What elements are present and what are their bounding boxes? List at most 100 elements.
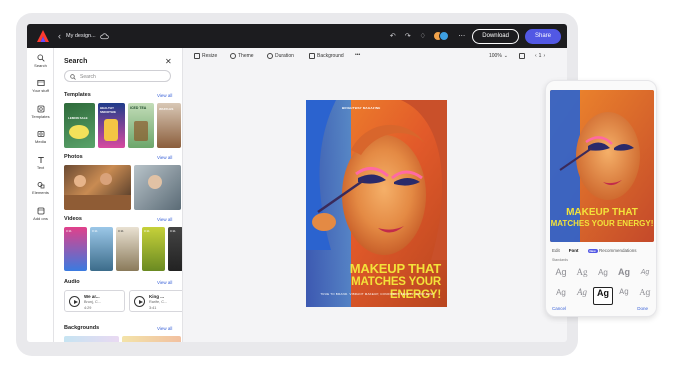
background-button[interactable]: Background bbox=[309, 53, 344, 59]
nav-label: Your stuff bbox=[32, 88, 49, 93]
photos-view-all-link[interactable]: View all bbox=[157, 155, 172, 160]
font-option[interactable]: Ag bbox=[551, 267, 571, 285]
audio-duration: 4:29 bbox=[84, 306, 92, 310]
font-option[interactable]: Ag bbox=[614, 287, 634, 305]
audio-artist: Rarife, C... bbox=[149, 300, 168, 304]
tab-font[interactable]: Font bbox=[569, 248, 579, 253]
video-thumbnail[interactable]: 0:11 bbox=[116, 227, 139, 271]
nav-elements[interactable]: Elements bbox=[27, 181, 54, 195]
play-icon[interactable] bbox=[134, 296, 145, 307]
duration-button[interactable]: Duration bbox=[267, 53, 294, 59]
clock-icon bbox=[267, 53, 273, 59]
more-tools-button[interactable]: ••• bbox=[355, 52, 360, 58]
audio-view-all-link[interactable]: View all bbox=[157, 280, 172, 285]
templates-icon bbox=[37, 105, 44, 113]
templates-view-all-link[interactable]: View all bbox=[157, 93, 172, 98]
more-options-icon[interactable]: ⋯ bbox=[457, 32, 466, 40]
nav-your-stuff[interactable]: Your stuff bbox=[27, 79, 54, 93]
audio-heading: Audio bbox=[64, 279, 80, 285]
template-thumbnail[interactable]: ICED TEA bbox=[128, 103, 154, 148]
close-icon[interactable]: ✕ bbox=[165, 57, 172, 66]
file-title[interactable]: My design... bbox=[66, 33, 96, 39]
photo-person-graphic bbox=[74, 175, 86, 187]
page-navigator[interactable]: ‹ 1 › bbox=[535, 53, 545, 59]
poster-artboard[interactable]: BRIGHTWAY MAGAZINE MAKEUP THAT MATCHES Y… bbox=[306, 100, 447, 307]
chevron-right-icon[interactable]: › bbox=[543, 53, 545, 59]
backgrounds-view-all-link[interactable]: View all bbox=[157, 326, 172, 331]
poster-headline-line1[interactable]: MAKEUP THAT bbox=[306, 262, 447, 275]
font-option[interactable]: Ag bbox=[635, 267, 655, 285]
nav-add-ons[interactable]: Add ons bbox=[27, 207, 54, 221]
background-thumbnail[interactable] bbox=[122, 336, 181, 342]
video-thumbnail[interactable]: 0:11 bbox=[142, 227, 165, 271]
photo-thumbnail[interactable] bbox=[64, 165, 131, 210]
done-button[interactable]: Done bbox=[637, 306, 648, 311]
template-text: LEMON SALE bbox=[68, 116, 88, 120]
font-sample: Ag bbox=[598, 268, 608, 277]
download-button[interactable]: Download bbox=[472, 28, 519, 44]
tab-recommendations[interactable]: New Recommendations bbox=[587, 248, 636, 253]
nav-label: Elements bbox=[32, 190, 49, 195]
template-thumbnail[interactable]: WAFFLES bbox=[157, 103, 181, 148]
adobe-express-logo-icon[interactable] bbox=[36, 29, 50, 43]
search-input[interactable]: Search bbox=[64, 70, 171, 82]
photo-table-graphic bbox=[64, 195, 131, 210]
audio-track-card[interactable]: King ... Rarife, C... 3:41 bbox=[129, 290, 182, 312]
share-button[interactable]: Share bbox=[524, 28, 561, 44]
back-chevron-icon[interactable]: ‹ bbox=[58, 31, 61, 41]
audio-title: King ... bbox=[149, 294, 164, 299]
video-thumbnail[interactable]: 0:11 bbox=[168, 227, 182, 271]
cancel-button[interactable]: Cancel bbox=[552, 306, 566, 311]
collaborators-avatars[interactable] bbox=[433, 31, 451, 41]
nav-text[interactable]: Text bbox=[27, 156, 54, 170]
font-option[interactable]: Ag bbox=[593, 267, 613, 285]
photo-thumbnail[interactable] bbox=[134, 165, 181, 210]
background-thumbnail[interactable] bbox=[64, 336, 119, 342]
nav-media[interactable]: Media bbox=[27, 130, 54, 144]
font-option-selected[interactable]: Ag bbox=[593, 287, 613, 305]
resize-button[interactable]: Resize bbox=[194, 53, 217, 59]
panel-title: Search bbox=[64, 58, 88, 65]
template-text: WAFFLES bbox=[159, 107, 174, 111]
font-option[interactable]: Ag bbox=[572, 287, 592, 305]
font-option[interactable]: Ag bbox=[635, 287, 655, 305]
template-thumbnail[interactable]: HEALTHY SMOOTHIE bbox=[98, 103, 125, 148]
text-icon bbox=[37, 157, 44, 163]
undo-icon[interactable]: ↶ bbox=[388, 32, 397, 40]
font-option[interactable]: Ag bbox=[551, 287, 571, 305]
search-icon bbox=[70, 73, 76, 80]
play-icon[interactable] bbox=[69, 296, 80, 307]
theme-icon bbox=[230, 53, 236, 59]
tab-edit[interactable]: Edit bbox=[552, 248, 560, 253]
font-option[interactable]: Ag bbox=[572, 267, 592, 285]
template-cup-graphic bbox=[104, 119, 118, 141]
resize-label: Resize bbox=[202, 53, 218, 59]
nav-templates[interactable]: Templates bbox=[27, 105, 54, 119]
poster-body-text[interactable]: TRUE TO BRAND. VIBRANT MAKEUP, CONFIDENT… bbox=[316, 292, 438, 296]
editor-toolbar: Resize Theme Duration Background ••• 100… bbox=[183, 48, 567, 66]
phone-headline-line1: MAKEUP THAT bbox=[566, 207, 638, 218]
font-sample: Ag bbox=[618, 267, 630, 277]
template-thumbnail[interactable]: LEMON SALE bbox=[64, 103, 95, 148]
zoom-control[interactable]: 100% ⌄ bbox=[489, 53, 508, 59]
theme-button[interactable]: Theme bbox=[230, 53, 254, 59]
font-sample: Ag bbox=[597, 288, 609, 298]
photo-person-graphic bbox=[100, 173, 112, 185]
poster-brand[interactable]: BRIGHTWAY MAGAZINE bbox=[342, 106, 380, 110]
phone-poster-preview: MAKEUP THAT MATCHES YOUR ENERGY! bbox=[550, 90, 654, 242]
font-option[interactable]: Ag bbox=[614, 267, 634, 285]
poster-headline-line2[interactable]: MATCHES YOUR ENERGY! bbox=[306, 276, 447, 302]
font-sample: Ag bbox=[555, 267, 567, 277]
elements-icon bbox=[37, 182, 44, 189]
pages-button[interactable] bbox=[519, 53, 525, 59]
page-number: 1 bbox=[538, 53, 542, 59]
video-thumbnail[interactable]: 0:11 bbox=[90, 227, 113, 271]
redo-icon[interactable]: ↷ bbox=[403, 32, 412, 40]
videos-view-all-link[interactable]: View all bbox=[157, 217, 172, 222]
audio-track-card[interactable]: We ar... Brunj, C... 4:29 bbox=[64, 290, 125, 312]
duration-label: Duration bbox=[275, 53, 294, 59]
video-thumbnail[interactable]: 0:11 bbox=[64, 227, 87, 271]
chevron-left-icon[interactable]: ‹ bbox=[535, 53, 537, 59]
nav-search[interactable]: Search bbox=[27, 54, 54, 68]
lightbulb-icon[interactable]: ♢ bbox=[418, 32, 427, 40]
